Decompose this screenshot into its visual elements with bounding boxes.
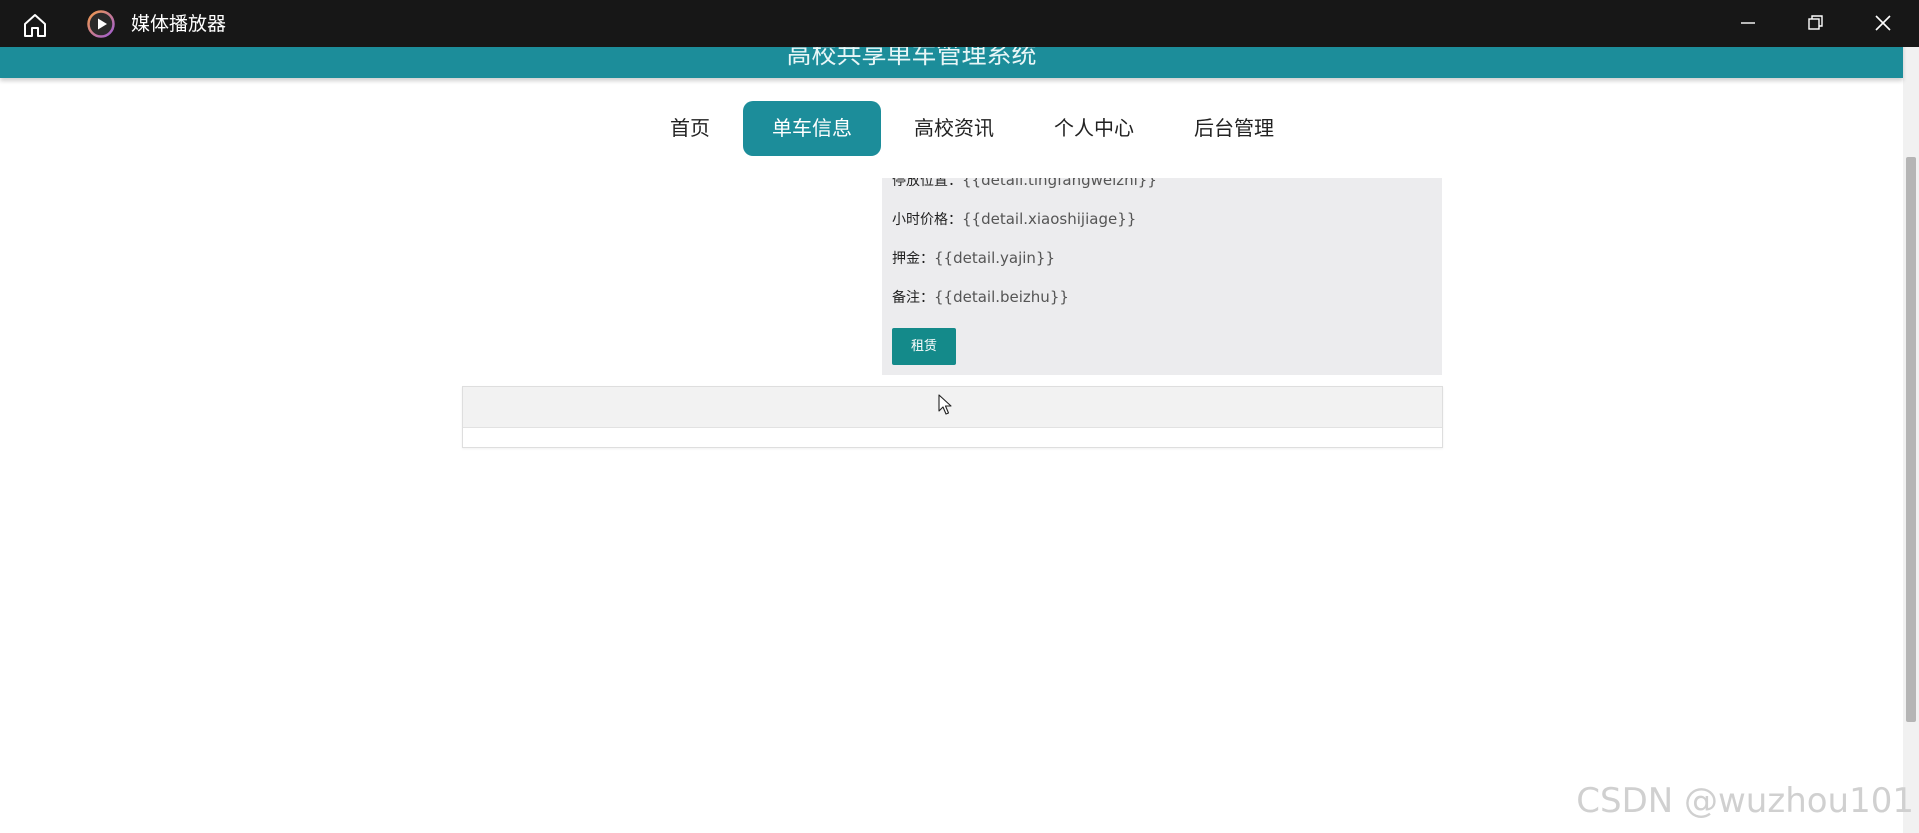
nav-item-campus-news[interactable]: 高校资讯 xyxy=(884,101,1024,156)
window-title: 媒体播放器 xyxy=(131,13,227,35)
main-nav: 首页 单车信息 高校资讯 个人中心 后台管理 xyxy=(640,101,1304,156)
detail-row-hourly-price: 小时价格：{{detail.xiaoshijiage}} xyxy=(892,209,1136,229)
media-player-icon xyxy=(87,10,115,38)
detail-row-deposit: 押金：{{detail.yajin}} xyxy=(892,248,1055,268)
detail-label: 押金： xyxy=(892,251,934,267)
restore-icon[interactable] xyxy=(1804,12,1826,34)
comment-box xyxy=(462,386,1443,448)
watermark: CSDN @wuzhou101 xyxy=(1576,781,1914,821)
detail-value: {{detail.yajin}} xyxy=(934,249,1056,267)
nav-item-home[interactable]: 首页 xyxy=(640,101,740,156)
detail-label: 停放位置： xyxy=(892,178,962,189)
nav-item-personal-center[interactable]: 个人中心 xyxy=(1024,101,1164,156)
home-icon[interactable] xyxy=(22,12,48,38)
close-icon[interactable] xyxy=(1872,12,1894,34)
nav-item-admin[interactable]: 后台管理 xyxy=(1164,101,1304,156)
detail-value: {{detail.tingfangweizhi}} xyxy=(962,178,1157,189)
detail-row-parking-location: 停放位置：{{detail.tingfangweizhi}} xyxy=(892,178,1157,190)
detail-label: 小时价格： xyxy=(892,212,962,228)
mouse-cursor-icon xyxy=(938,394,952,415)
nav-item-bike-info[interactable]: 单车信息 xyxy=(743,101,881,156)
page-scrollbar[interactable] xyxy=(1903,47,1919,833)
detail-label: 备注： xyxy=(892,290,934,306)
minimize-icon[interactable] xyxy=(1737,12,1759,34)
detail-value: {{detail.beizhu}} xyxy=(934,288,1069,306)
comment-box-header xyxy=(463,387,1442,428)
scrollbar-thumb[interactable] xyxy=(1906,157,1916,722)
rent-button[interactable]: 租赁 xyxy=(892,328,956,365)
bike-detail-panel: 停放位置：{{detail.tingfangweizhi}} 小时价格：{{de… xyxy=(882,178,1442,375)
detail-row-remarks: 备注：{{detail.beizhu}} xyxy=(892,287,1069,307)
window-titlebar: 媒体播放器 xyxy=(0,0,1919,47)
detail-value: {{detail.xiaoshijiage}} xyxy=(962,210,1137,228)
